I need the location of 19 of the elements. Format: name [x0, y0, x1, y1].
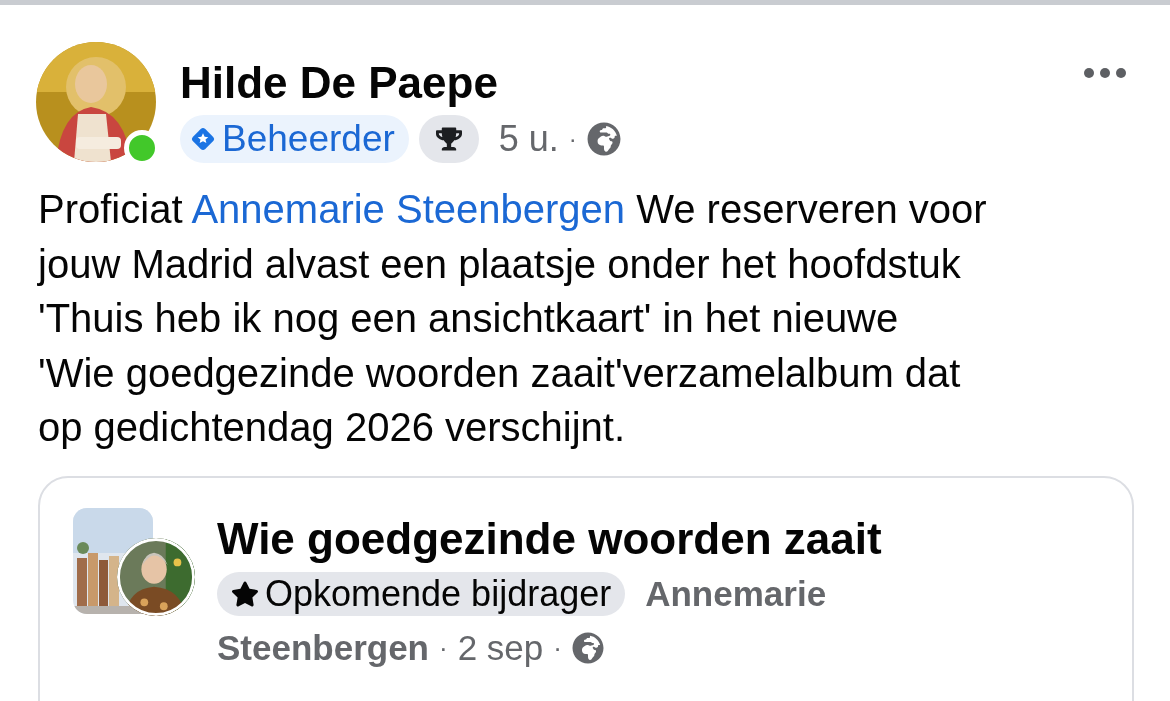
shared-author[interactable]: Annemarie: [645, 567, 827, 620]
globe-icon: [586, 122, 621, 156]
role-badge[interactable]: Beheerder: [180, 115, 409, 163]
trophy-badge[interactable]: [418, 115, 479, 163]
globe-icon: [571, 632, 604, 665]
shared-author[interactable]: Steenbergen: [217, 622, 429, 675]
post-time[interactable]: 5 u.: [498, 112, 559, 166]
contributor-badge[interactable]: Opkomende bijdrager: [217, 571, 626, 616]
mention-link[interactable]: Annemarie Steenbergen: [191, 187, 626, 231]
post-text: Proficiat Annemarie Steenbergen We reserveren voor jouw Madrid alvast een plaatsje onder het hoofdstuk 'Thuis heb ik nog een ansichtkaart' in het nieuwe 'Wie goedgezinde woorden zaait'verzamelalbum dat op gedichtendag 2026 verschijnt.: [38, 186, 988, 451]
separator: ·: [553, 631, 562, 665]
separator: ·: [568, 124, 577, 154]
star-icon: [231, 579, 259, 608]
separator: ·: [439, 631, 448, 665]
trophy-icon: [435, 126, 462, 152]
shared-post-card[interactable]: Wie goedgezinde woorden zaait Opkomende bijdrager Annemarie Steenbergen · 2 sep ·: [38, 475, 1134, 701]
author-name[interactable]: Hilde De Paepe: [180, 58, 621, 108]
shared-date[interactable]: 2 sep: [457, 622, 544, 675]
group-name[interactable]: Wie goedgezinde woorden zaait: [217, 513, 882, 564]
